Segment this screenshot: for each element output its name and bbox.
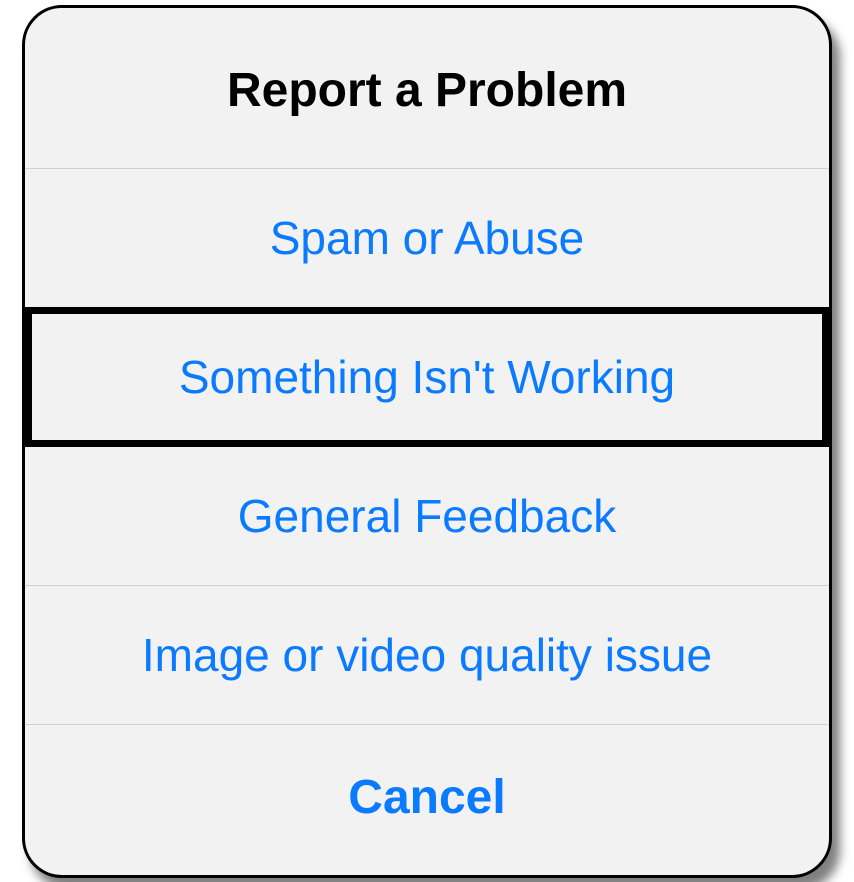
cancel-button[interactable]: Cancel: [25, 725, 829, 875]
option-spam-or-abuse[interactable]: Spam or Abuse: [25, 169, 829, 308]
option-image-video-quality[interactable]: Image or video quality issue: [25, 586, 829, 725]
sheet-header: Report a Problem: [25, 8, 829, 169]
sheet-title: Report a Problem: [45, 63, 809, 118]
option-general-feedback[interactable]: General Feedback: [25, 447, 829, 586]
option-something-isnt-working[interactable]: Something Isn't Working: [25, 307, 829, 447]
report-problem-sheet: Report a Problem Spam or Abuse Something…: [22, 5, 832, 878]
